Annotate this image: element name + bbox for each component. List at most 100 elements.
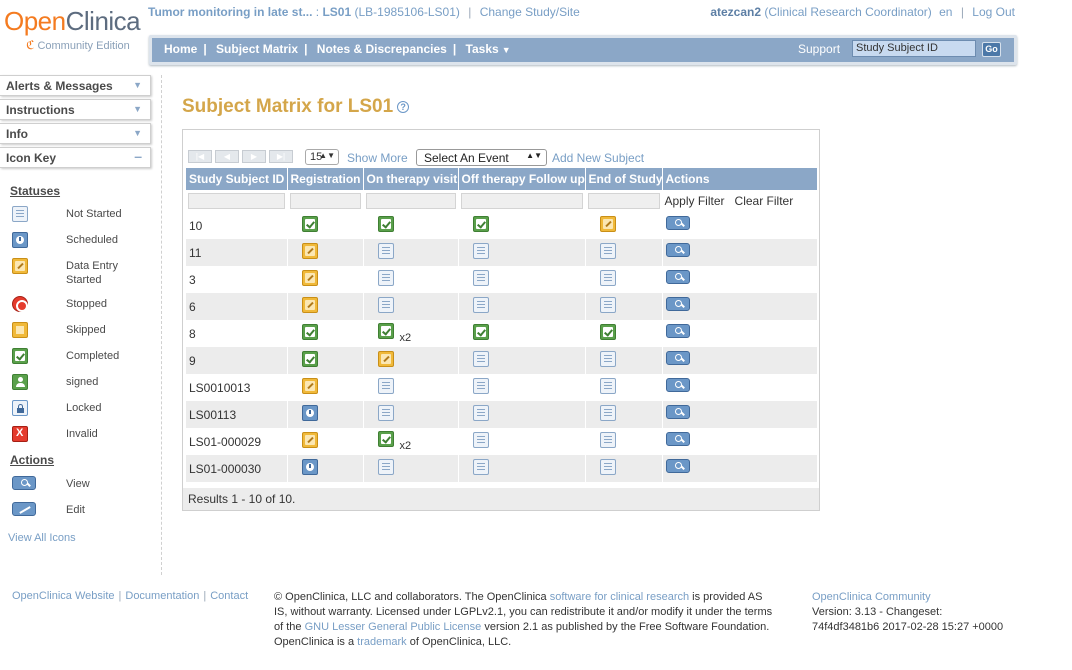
- view-all-icons-link[interactable]: View All Icons: [8, 532, 76, 544]
- col-study-subject-id[interactable]: Study Subject ID: [186, 168, 288, 190]
- filter-on-therapy[interactable]: [365, 193, 456, 209]
- not-started-icon[interactable]: [599, 243, 616, 259]
- col-off-therapy-follow-up[interactable]: Off therapy Follow up: [458, 168, 586, 190]
- not-started-icon[interactable]: [472, 405, 489, 421]
- view-subject-button[interactable]: [665, 323, 690, 338]
- not-started-icon[interactable]: [472, 297, 489, 313]
- edit-pencil-icon: [12, 502, 36, 516]
- data-entry-started-icon[interactable]: [301, 243, 318, 259]
- view-subject-button[interactable]: [665, 350, 690, 365]
- footer-website-link[interactable]: OpenClinica Website: [12, 590, 115, 602]
- change-study-link[interactable]: Change Study/Site: [480, 5, 580, 19]
- not-started-icon[interactable]: [472, 270, 489, 286]
- not-started-icon[interactable]: [599, 432, 616, 448]
- data-entry-started-icon[interactable]: [599, 216, 616, 232]
- completed-icon[interactable]: [377, 323, 394, 339]
- filter-subject-id[interactable]: [188, 193, 285, 209]
- view-subject-button[interactable]: [665, 431, 690, 446]
- view-subject-button[interactable]: [665, 269, 690, 284]
- view-subject-button[interactable]: [665, 215, 690, 230]
- nav-tasks[interactable]: Tasks ▼: [466, 42, 511, 56]
- first-page-button[interactable]: |◀: [188, 150, 212, 163]
- not-started-icon[interactable]: [472, 378, 489, 394]
- community-link[interactable]: OpenClinica Community: [812, 591, 931, 603]
- not-started-icon[interactable]: [472, 351, 489, 367]
- last-page-button[interactable]: ▶|: [269, 150, 293, 163]
- view-subject-button[interactable]: [665, 404, 690, 419]
- study-name: Tumor monitoring in late st...: [148, 5, 313, 19]
- not-started-icon[interactable]: [599, 351, 616, 367]
- event-cell: [287, 374, 364, 401]
- study-code: LS01: [322, 5, 352, 19]
- logout-link[interactable]: Log Out: [972, 5, 1015, 19]
- view-subject-button[interactable]: [665, 377, 690, 392]
- search-go-button[interactable]: Go: [982, 42, 1001, 57]
- completed-icon[interactable]: [301, 216, 318, 232]
- not-started-icon[interactable]: [599, 270, 616, 286]
- panel-instructions[interactable]: Instructions ▼: [0, 99, 151, 120]
- add-new-subject-link[interactable]: Add New Subject: [552, 151, 644, 165]
- clear-filter-link[interactable]: Clear Filter: [735, 194, 794, 208]
- nav-subject-matrix[interactable]: Subject Matrix: [216, 42, 298, 56]
- data-entry-started-icon[interactable]: [301, 432, 318, 448]
- not-started-icon[interactable]: [377, 297, 394, 313]
- col-registration[interactable]: Registration: [287, 168, 364, 190]
- scheduled-icon[interactable]: [301, 405, 318, 421]
- completed-icon[interactable]: [472, 216, 489, 232]
- panel-alerts-messages[interactable]: Alerts & Messages ▼: [0, 75, 151, 96]
- scheduled-icon: [12, 232, 28, 248]
- event-select[interactable]: Select An Event ▲▼: [416, 149, 547, 166]
- not-started-icon[interactable]: [377, 243, 394, 259]
- lgpl-license-link[interactable]: GNU Lesser General Public License: [305, 621, 482, 633]
- not-started-icon[interactable]: [377, 459, 394, 475]
- event-cell: [585, 401, 663, 428]
- footer-documentation-link[interactable]: Documentation: [125, 590, 199, 602]
- nav-home[interactable]: Home: [164, 42, 197, 56]
- view-subject-button[interactable]: [665, 458, 690, 473]
- completed-icon[interactable]: [301, 351, 318, 367]
- not-started-icon[interactable]: [599, 297, 616, 313]
- language-link[interactable]: en: [939, 5, 952, 19]
- completed-icon[interactable]: [377, 431, 394, 447]
- view-subject-button[interactable]: [665, 296, 690, 311]
- next-page-button[interactable]: ▶: [242, 150, 266, 163]
- completed-icon[interactable]: [377, 216, 394, 232]
- not-started-icon[interactable]: [377, 378, 394, 394]
- footer-contact-link[interactable]: Contact: [210, 590, 248, 602]
- scheduled-icon[interactable]: [301, 459, 318, 475]
- view-subject-button[interactable]: [665, 242, 690, 257]
- not-started-icon[interactable]: [377, 270, 394, 286]
- col-end-of-study[interactable]: End of Study: [585, 168, 663, 190]
- not-started-icon[interactable]: [472, 243, 489, 259]
- software-clinical-research-link[interactable]: software for clinical research: [550, 591, 689, 603]
- not-started-icon[interactable]: [472, 432, 489, 448]
- not-started-icon[interactable]: [599, 378, 616, 394]
- not-started-icon[interactable]: [599, 405, 616, 421]
- not-started-icon[interactable]: [599, 459, 616, 475]
- panel-icon-key[interactable]: Icon Key –: [0, 147, 151, 168]
- data-entry-started-icon[interactable]: [301, 378, 318, 394]
- prev-page-button[interactable]: ◀: [215, 150, 239, 163]
- completed-icon[interactable]: [599, 324, 616, 340]
- page-size-select[interactable]: 15 ▲▼: [305, 149, 339, 165]
- data-entry-started-icon[interactable]: [301, 297, 318, 313]
- filter-end-of-study[interactable]: [587, 193, 660, 209]
- study-subject-search-input[interactable]: Study Subject ID: [852, 40, 976, 57]
- trademark-link[interactable]: trademark: [357, 636, 407, 648]
- col-on-therapy-visit[interactable]: On therapy visit: [363, 168, 459, 190]
- data-entry-started-icon[interactable]: [301, 270, 318, 286]
- nav-notes-discrepancies[interactable]: Notes & Discrepancies: [317, 42, 447, 56]
- completed-icon[interactable]: [472, 324, 489, 340]
- show-more-link[interactable]: Show More: [347, 151, 408, 165]
- apply-filter-link[interactable]: Apply Filter: [665, 194, 725, 208]
- filter-off-therapy[interactable]: [460, 193, 583, 209]
- not-started-icon[interactable]: [377, 405, 394, 421]
- help-icon[interactable]: ?: [397, 101, 410, 113]
- data-entry-started-icon[interactable]: [377, 351, 394, 367]
- not-started-icon[interactable]: [472, 459, 489, 475]
- openclinica-logo[interactable]: OpenClinica ℭ Community Edition: [4, 6, 144, 56]
- filter-registration[interactable]: [289, 193, 361, 209]
- panel-info[interactable]: Info ▼: [0, 123, 151, 144]
- completed-icon[interactable]: [301, 324, 318, 340]
- support-link[interactable]: Support: [798, 42, 840, 56]
